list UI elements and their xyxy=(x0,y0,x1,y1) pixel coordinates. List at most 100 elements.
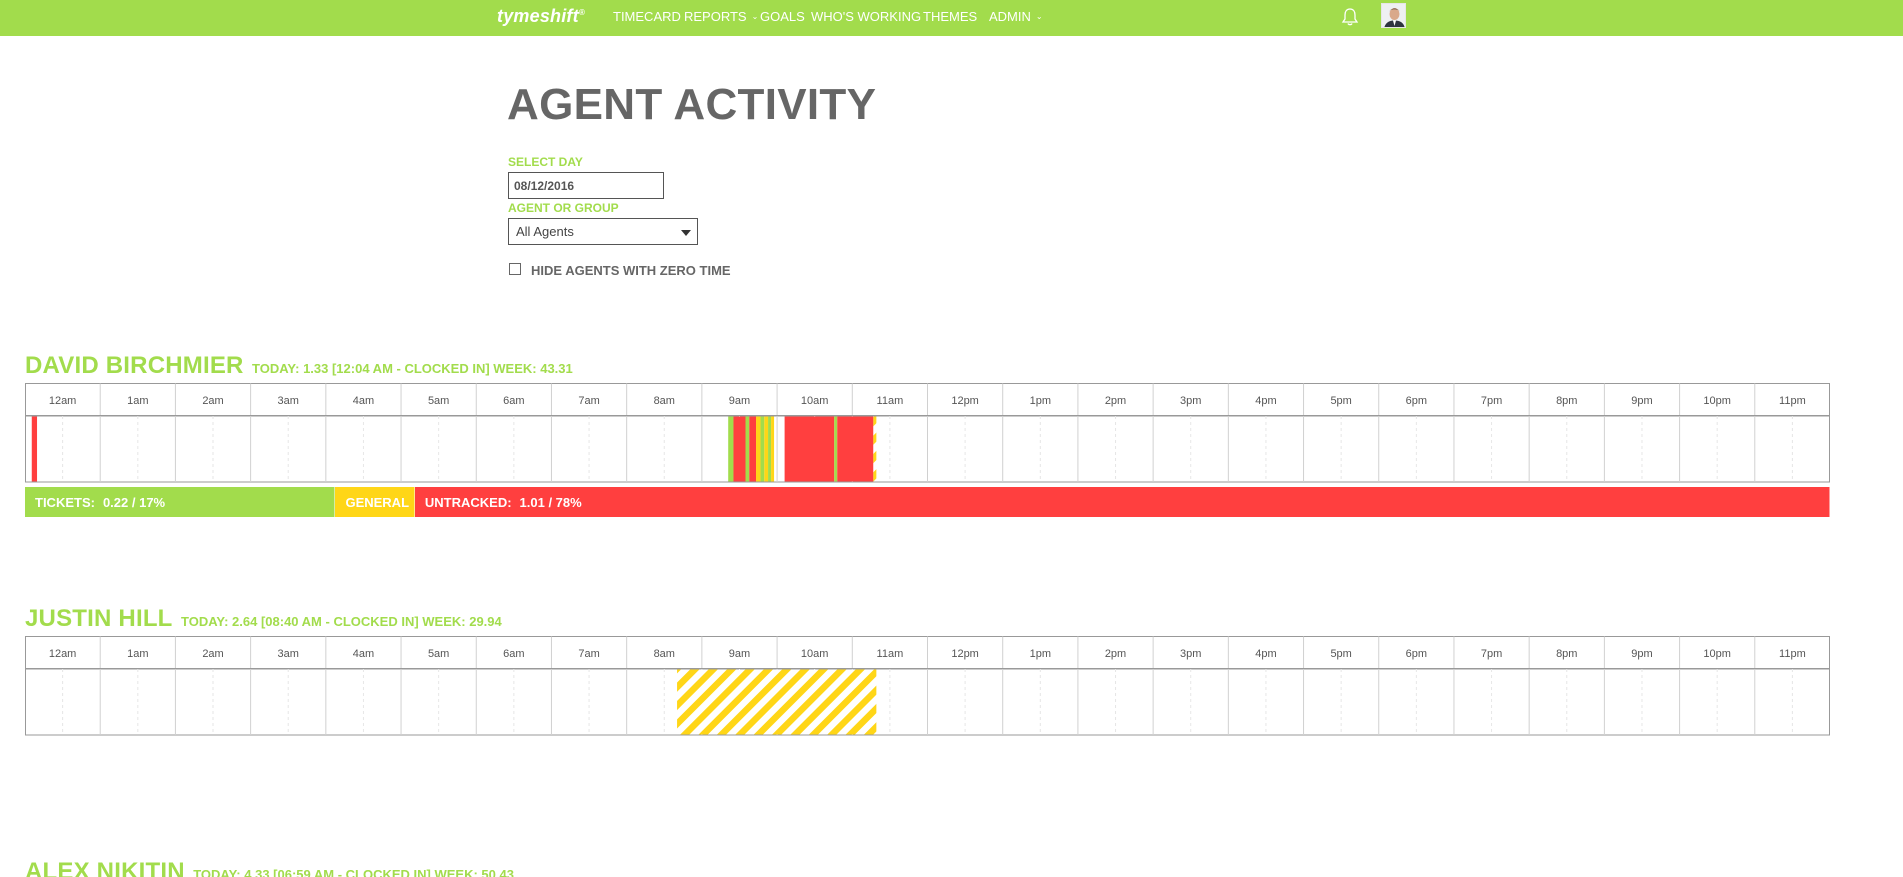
hide-zero-label: HIDE AGENTS WITH ZERO TIME xyxy=(531,263,731,278)
hour-label: 1am xyxy=(127,648,148,660)
hour-label: 2pm xyxy=(1105,648,1126,660)
nav-reports[interactable]: REPORTS ⌄ xyxy=(684,9,758,24)
hour-label: 2am xyxy=(202,395,223,407)
hour-label: 9pm xyxy=(1631,395,1652,407)
hour-label: 8am xyxy=(654,395,675,407)
hour-label: 9am xyxy=(729,395,750,407)
summary-segment-general[interactable]: GENERAL xyxy=(335,487,415,517)
agent-section: ALEX NIKITIN TODAY: 4.33 [06:59 AM - CLO… xyxy=(25,858,1830,877)
summary-label: TICKETS: xyxy=(35,495,95,510)
nav-themes-label: THEMES xyxy=(923,9,978,24)
hour-label: 2am xyxy=(202,648,223,660)
top-nav-bar: tymeshift® TIMECARD REPORTS ⌄ GOALS WHO'S… xyxy=(0,0,1903,36)
activity-segment-general[interactable] xyxy=(756,416,761,482)
hour-label: 6pm xyxy=(1406,648,1427,660)
hour-label: 4am xyxy=(353,648,374,660)
agent-section: DAVID BIRCHMIER TODAY: 1.33 [12:04 AM - … xyxy=(25,352,1830,522)
activity-segment-general[interactable] xyxy=(771,416,775,482)
activity-segment-untracked[interactable] xyxy=(784,416,835,482)
summary-label: GENERAL xyxy=(345,495,410,510)
hour-label: 10am xyxy=(801,395,829,407)
hour-label: 7am xyxy=(578,395,599,407)
agent-header: ALEX NIKITIN TODAY: 4.33 [06:59 AM - CLO… xyxy=(25,858,514,877)
hour-label: 12am xyxy=(49,648,77,660)
nav-reports-label: REPORTS xyxy=(684,9,747,24)
activity-timeline: 12am 1am 2am 3am 4am 5am 6am 7am 8am 9am 10am 11am 1… xyxy=(25,383,1830,483)
hour-label: 8pm xyxy=(1556,395,1577,407)
hour-label: 11pm xyxy=(1779,395,1806,407)
hour-label: 8am xyxy=(654,648,675,660)
agent-stats: TODAY: 4.33 [06:59 AM - CLOCKED IN] WEEK… xyxy=(193,867,514,877)
hour-label: 1pm xyxy=(1030,648,1051,660)
activity-segment-untracked[interactable] xyxy=(837,416,874,482)
chevron-down-icon: ⌄ xyxy=(751,12,759,21)
hour-label: 10am xyxy=(801,648,829,660)
hour-label: 7pm xyxy=(1481,648,1502,660)
hour-label: 3am xyxy=(278,648,299,660)
hour-label: 9am xyxy=(729,648,750,660)
nav-timecard-label: TIMECARD xyxy=(613,9,681,24)
activity-segment-tickets[interactable] xyxy=(728,416,734,482)
agent-header: JUSTIN HILL TODAY: 2.64 [08:40 AM - CLOC… xyxy=(25,605,502,633)
chevron-down-icon: ⌄ xyxy=(1035,12,1043,21)
activity-segment-general_open[interactable] xyxy=(873,416,877,482)
hour-label: 11am xyxy=(877,395,904,407)
activity-segment-tickets[interactable] xyxy=(768,416,772,482)
agent-name[interactable]: ALEX NIKITIN xyxy=(25,858,185,877)
hour-label: 4am xyxy=(353,395,374,407)
nav-goals[interactable]: GOALS xyxy=(760,9,805,24)
agent-name[interactable]: DAVID BIRCHMIER xyxy=(25,352,244,379)
nav-goals-label: GOALS xyxy=(760,9,805,24)
hour-label: 4pm xyxy=(1255,395,1276,407)
user-avatar[interactable] xyxy=(1381,3,1406,28)
hour-label: 10pm xyxy=(1703,648,1731,660)
activity-segment-tickets[interactable] xyxy=(834,416,838,482)
nav-timecard[interactable]: TIMECARD xyxy=(613,9,681,24)
agent-group-selected-value: All Agents xyxy=(516,224,574,239)
activity-segment-untracked[interactable] xyxy=(749,416,757,482)
activity-segment-general[interactable] xyxy=(764,416,769,482)
agent-header: DAVID BIRCHMIER TODAY: 1.33 [12:04 AM - … xyxy=(25,352,573,380)
hide-zero-checkbox[interactable] xyxy=(509,263,521,275)
hour-label: 6am xyxy=(503,648,524,660)
hour-label: 12pm xyxy=(951,395,979,407)
hour-label: 1pm xyxy=(1030,395,1051,407)
bell-icon[interactable] xyxy=(1340,7,1360,27)
nav-whos-working[interactable]: WHO'S WORKING xyxy=(811,9,921,24)
hour-label: 3am xyxy=(278,395,299,407)
hour-label: 5pm xyxy=(1330,395,1351,407)
hour-label: 3pm xyxy=(1180,395,1201,407)
agent-section: JUSTIN HILL TODAY: 2.64 [08:40 AM - CLOC… xyxy=(25,605,1830,745)
hour-label: 10pm xyxy=(1703,395,1731,407)
page-title: AGENT ACTIVITY xyxy=(507,80,877,129)
activity-segment-tickets[interactable] xyxy=(745,416,750,482)
agent-group-select[interactable]: All Agents xyxy=(508,218,698,245)
tymeshift-logo[interactable]: tymeshift® xyxy=(497,6,585,27)
hour-label: 8pm xyxy=(1556,648,1577,660)
hour-label: 5am xyxy=(428,648,449,660)
hour-label: 2pm xyxy=(1105,395,1126,407)
activity-segment-untracked[interactable] xyxy=(733,416,746,482)
activity-timeline: 12am 1am 2am 3am 4am 5am 6am 7am 8am 9am 10am 11am 1… xyxy=(25,636,1830,736)
date-input[interactable] xyxy=(508,172,664,199)
hour-label: 6pm xyxy=(1406,395,1427,407)
dropdown-arrow-icon xyxy=(681,230,691,236)
nav-admin[interactable]: ADMIN ⌄ xyxy=(989,9,1043,24)
activity-segment-untracked[interactable] xyxy=(31,416,38,482)
activity-segment-tickets[interactable] xyxy=(760,416,765,482)
summary-label: UNTRACKED: xyxy=(424,495,512,510)
nav-themes[interactable]: THEMES xyxy=(923,9,977,24)
hour-label: 6am xyxy=(503,395,524,407)
summary-segment-tickets[interactable]: TICKETS: 0.22 / 17% xyxy=(25,487,336,517)
avatar-photo-icon xyxy=(1382,4,1405,27)
hour-label: 12pm xyxy=(951,648,979,660)
logo-text: tymeshift xyxy=(497,6,579,26)
activity-segment-general_open[interactable] xyxy=(677,669,877,735)
agent-name[interactable]: JUSTIN HILL xyxy=(25,605,173,632)
summary-segment-untracked[interactable]: UNTRACKED: 1.01 / 78% xyxy=(414,487,1830,517)
summary-value: 0.22 / 17% xyxy=(102,495,166,510)
hour-label: 5am xyxy=(428,395,449,407)
hour-label: 1am xyxy=(127,395,148,407)
hour-label: 12am xyxy=(49,395,77,407)
hour-label: 11am xyxy=(877,648,904,660)
